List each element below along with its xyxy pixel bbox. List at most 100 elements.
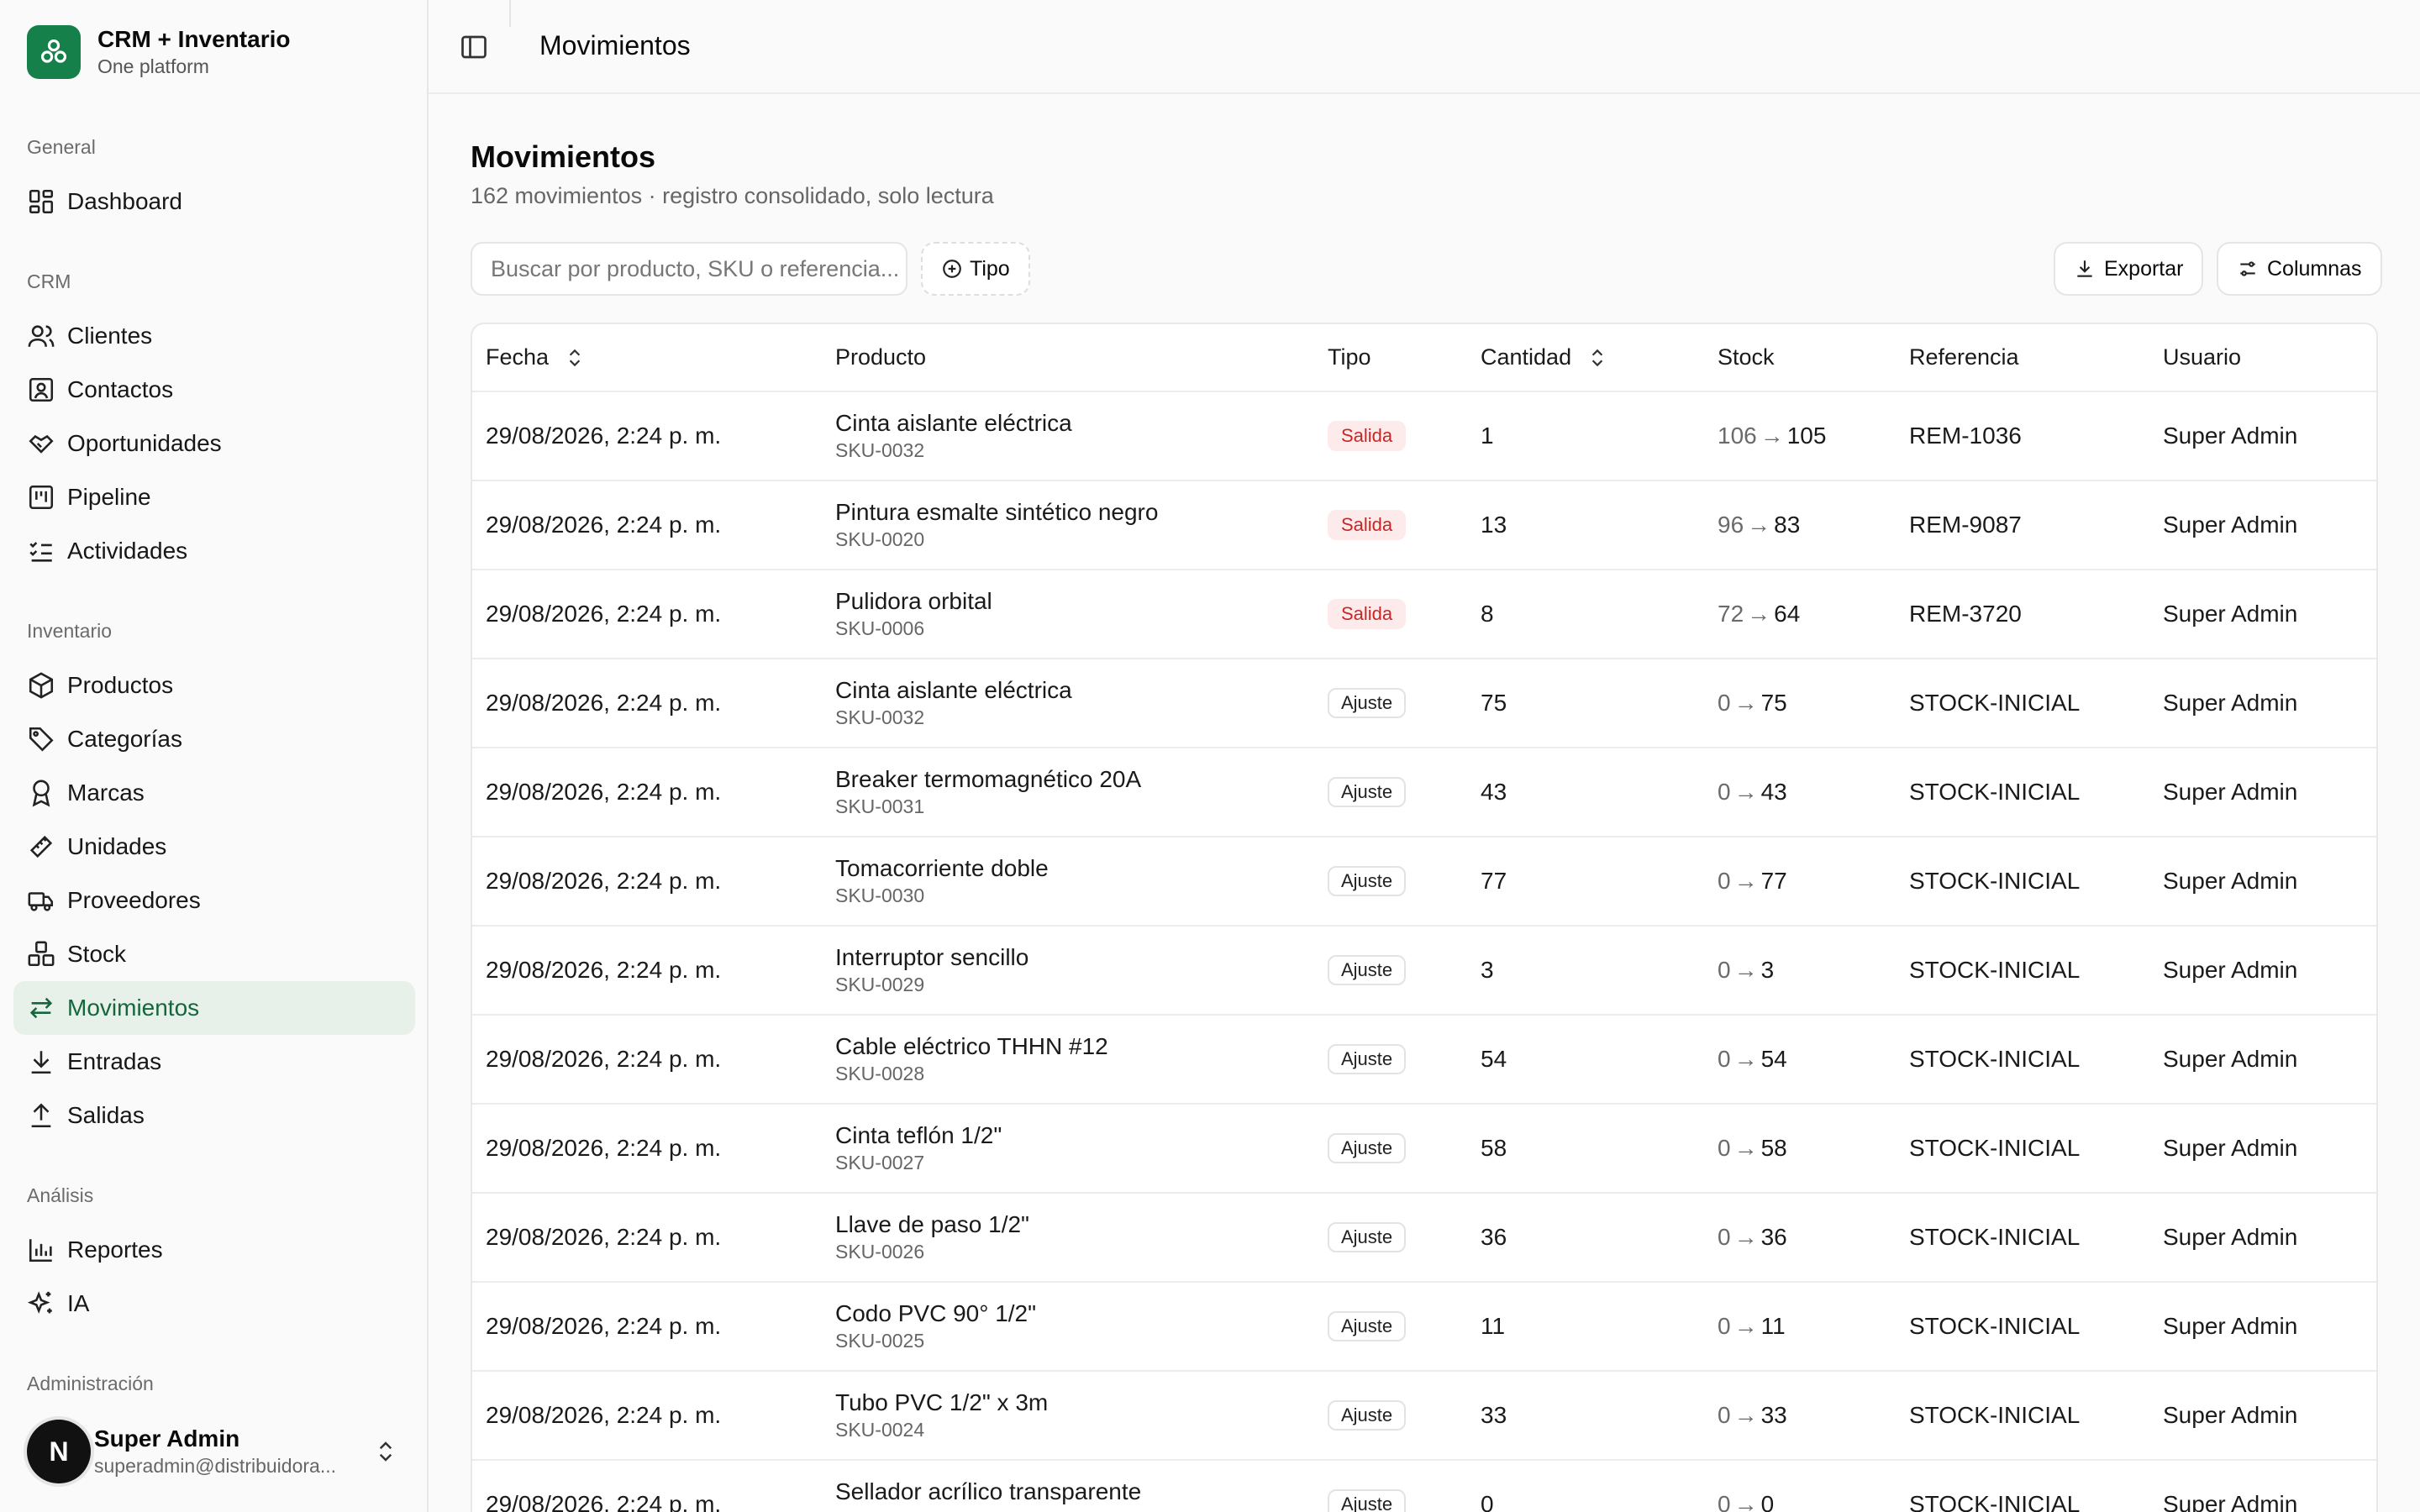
sidebar-item-actividades[interactable]: Actividades <box>13 524 415 578</box>
table-row[interactable]: 29/08/2026, 2:24 p. m. Cable eléctrico TH… <box>472 1015 2376 1105</box>
cell-usuario: Super Admin <box>2163 1282 2376 1372</box>
column-header-producto: Producto <box>835 324 1328 392</box>
cell-fecha: 29/08/2026, 2:24 p. m. <box>472 926 835 1016</box>
sidebar-item-label: Oportunidades <box>67 430 222 456</box>
sort-icon[interactable] <box>1586 347 1608 369</box>
sidebar-item-dashboard[interactable]: Dashboard <box>13 175 415 228</box>
column-header-cantidad[interactable]: Cantidad <box>1481 324 1718 392</box>
sidebar-item-stock[interactable]: Stock <box>13 927 415 981</box>
table-row[interactable]: 29/08/2026, 2:24 p. m. Interruptor sencil… <box>472 926 2376 1016</box>
cell-referencia: STOCK-INICIAL <box>1909 1104 2163 1194</box>
table-row[interactable]: 29/08/2026, 2:24 p. m. Codo PVC 90° 1/2" S… <box>472 1282 2376 1372</box>
stock-arrow: → <box>1733 957 1758 983</box>
sidebar-item-label: Contactos <box>67 376 174 402</box>
table-row[interactable]: 29/08/2026, 2:24 p. m. Pulidora orbital SK… <box>472 570 2376 659</box>
stock-arrow: → <box>1747 601 1771 627</box>
cell-usuario: Super Admin <box>2163 1104 2376 1194</box>
user-name: Super Admin <box>94 1425 240 1452</box>
cell-tipo: Ajuste <box>1328 1371 1481 1461</box>
cell-referencia: STOCK-INICIAL <box>1909 1282 2163 1372</box>
columns-button[interactable]: Columnas <box>2217 242 2382 296</box>
column-header-label: Stock <box>1718 344 1775 370</box>
group-label-admin: Administración <box>27 1373 154 1394</box>
cell-usuario: Super Admin <box>2163 1371 2376 1461</box>
table-row[interactable]: 29/08/2026, 2:24 p. m. Tubo PVC 1/2" x 3m… <box>472 1371 2376 1461</box>
table-row[interactable]: 29/08/2026, 2:24 p. m. Cinta teflón 1/2" S… <box>472 1104 2376 1194</box>
brand[interactable]: CRM + Inventario One platform <box>27 25 290 79</box>
stock-arrow: → <box>1747 512 1771 538</box>
checklist-icon <box>29 542 52 562</box>
type-badge: Salida <box>1328 510 1407 540</box>
sidebar-item-pipeline[interactable]: Pipeline <box>13 470 415 524</box>
avatar: N <box>27 1420 91 1483</box>
sidebar-item-clientes[interactable]: Clientes <box>13 309 415 363</box>
sidebar-item-marcas[interactable]: Marcas <box>13 766 415 820</box>
sidebar-item-label: IA <box>67 1290 90 1316</box>
product-sku: SKU-0025 <box>835 1330 925 1352</box>
export-button[interactable]: Exportar <box>2054 242 2204 296</box>
stock-arrow: → <box>1733 779 1758 805</box>
cell-fecha: 29/08/2026, 2:24 p. m. <box>472 1460 835 1512</box>
sidebar-item-movimientos[interactable]: Movimientos <box>13 981 415 1035</box>
product-sku: SKU-0026 <box>835 1241 925 1263</box>
stock-from: 0 <box>1718 1402 1731 1428</box>
sidebar-item-contactos[interactable]: Contactos <box>13 363 415 417</box>
table-row[interactable]: 29/08/2026, 2:24 p. m. Llave de paso 1/2"… <box>472 1193 2376 1283</box>
type-badge: Ajuste <box>1328 866 1407 896</box>
cell-stock: 0 → 33 <box>1718 1371 1909 1461</box>
stock-from: 0 <box>1718 690 1731 716</box>
cell-producto: Interruptor sencillo SKU-0029 <box>835 926 1328 1016</box>
sidebar-item-salidas[interactable]: Salidas <box>13 1089 415 1142</box>
cell-producto: Sellador acrílico transparente SKU-0023 <box>835 1460 1328 1512</box>
user-menu[interactable]: N Super Admin superadmin@distribuidora..… <box>27 1411 405 1492</box>
table-row[interactable]: 29/08/2026, 2:24 p. m. Breaker termomagné… <box>472 748 2376 837</box>
search-input[interactable] <box>471 242 908 296</box>
cell-tipo: Ajuste <box>1328 926 1481 1016</box>
type-badge: Ajuste <box>1328 1400 1407 1431</box>
cell-cantidad: 8 <box>1481 570 1718 659</box>
cell-fecha: 29/08/2026, 2:24 p. m. <box>472 1015 835 1105</box>
table-row[interactable]: 29/08/2026, 2:24 p. m. Cinta aislante elé… <box>472 659 2376 748</box>
header-title: Movimientos <box>539 30 691 60</box>
table-row[interactable]: 29/08/2026, 2:24 p. m. Tomacorriente dobl… <box>472 837 2376 927</box>
sidebar-item-label: Dashboard <box>67 188 182 214</box>
sort-icon[interactable] <box>564 347 586 369</box>
cell-producto: Codo PVC 90° 1/2" SKU-0025 <box>835 1282 1328 1372</box>
column-header-fecha[interactable]: Fecha <box>472 324 835 392</box>
cell-producto: Cinta aislante eléctrica SKU-0032 <box>835 659 1328 748</box>
page-subtitle: 162 movimientos · registro consolidado, … <box>471 183 994 208</box>
truck-icon <box>28 892 54 911</box>
table-row[interactable]: 29/08/2026, 2:24 p. m. Pintura esmalte si… <box>472 480 2376 570</box>
table-row[interactable]: 29/08/2026, 2:24 p. m. Sellador acrílico … <box>472 1460 2376 1512</box>
sidebar-item-proveedores[interactable]: Proveedores <box>13 874 415 927</box>
sidebar-item-categorias[interactable]: Categorías <box>13 712 415 766</box>
sidebar-item-oportunidades[interactable]: Oportunidades <box>13 417 415 470</box>
ruler-icon <box>29 835 53 858</box>
cell-tipo: Ajuste <box>1328 659 1481 748</box>
product-name: Tubo PVC 1/2" x 3m <box>835 1389 1049 1415</box>
cell-stock: 0 → 0 <box>1718 1460 1909 1512</box>
cell-stock: 0 → 77 <box>1718 837 1909 927</box>
award-icon <box>32 780 50 807</box>
cell-cantidad: 0 <box>1481 1460 1718 1512</box>
sidebar-item-ia[interactable]: IA <box>13 1277 415 1331</box>
arrows-exchange-icon <box>29 997 53 1019</box>
product-name: Pintura esmalte sintético negro <box>835 499 1159 525</box>
sidebar-item-entradas[interactable]: Entradas <box>13 1035 415 1089</box>
group-label-crm: CRM <box>27 270 71 292</box>
main-content: Movimientos 162 movimientos · registro c… <box>429 94 2420 1512</box>
sidebar-item-unidades[interactable]: Unidades <box>13 820 415 874</box>
sidebar-item-productos[interactable]: Productos <box>13 659 415 712</box>
cell-fecha: 29/08/2026, 2:24 p. m. <box>472 391 835 481</box>
cell-cantidad: 33 <box>1481 1371 1718 1461</box>
column-header-referencia: Referencia <box>1909 324 2163 392</box>
sidebar-item-reportes[interactable]: Reportes <box>13 1223 415 1277</box>
type-filter-button[interactable]: Tipo <box>921 242 1030 296</box>
user-email: superadmin@distribuidora... <box>94 1455 336 1477</box>
stock-from: 0 <box>1718 1313 1731 1339</box>
sidebar-toggle-icon[interactable] <box>459 32 489 62</box>
cell-stock: 96 → 83 <box>1718 480 1909 570</box>
stock-arrow: → <box>1733 1313 1758 1339</box>
plus-circle-icon <box>943 260 961 278</box>
table-row[interactable]: 29/08/2026, 2:24 p. m. Cinta aislante elé… <box>472 391 2376 481</box>
